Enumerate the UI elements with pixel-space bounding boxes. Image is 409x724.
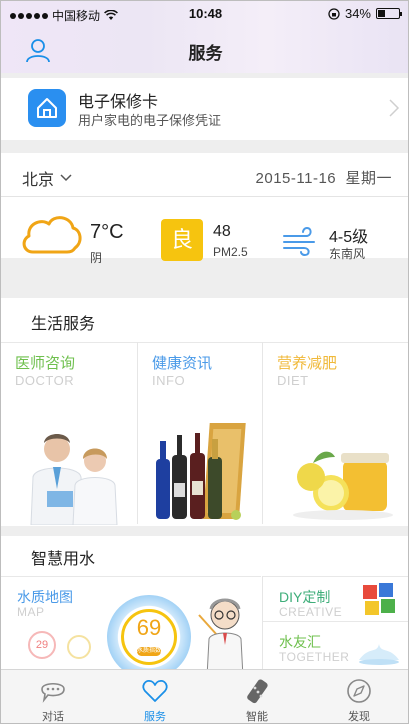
status-right: 34%: [328, 6, 402, 21]
tile-info-subtitle: INFO: [152, 373, 186, 388]
wind-direction: 东南风: [329, 247, 366, 261]
tile-diy[interactable]: DIY定制 CREATIVE: [263, 576, 408, 620]
rotation-lock-icon: [328, 7, 340, 20]
doctor-mascot-image: [198, 598, 244, 677]
smart-water-title: 智慧用水: [31, 551, 96, 568]
doctors-image: [30, 434, 118, 525]
water-friends-subtitle: TOGETHER: [279, 650, 350, 664]
chevron-right-icon: [389, 99, 400, 117]
small-score-value: 29: [35, 639, 49, 651]
water-quality-score: 69: [136, 615, 162, 640]
city-selector[interactable]: 北京: [22, 166, 72, 190]
app-frame: 中国移动 10:48 34% 服务 电子保修卡 用户家电的电子保修凭证 北京 2…: [0, 0, 409, 724]
aqi-label: PM2.5: [213, 245, 248, 259]
tile-water-map[interactable]: 水质地图 MAP 29 69 水质指数: [1, 576, 261, 679]
water-quality-gauge[interactable]: 69 水质指数: [107, 595, 191, 679]
tab-discover[interactable]: 发现: [308, 670, 408, 723]
water-map-subtitle: MAP: [17, 605, 45, 619]
battery-icon: [376, 8, 402, 19]
home-icon: [28, 89, 66, 127]
life-services-section: 生活服务 医师咨询 DOCTOR 健康资讯 INFO 营养减肥 DIET: [1, 298, 408, 526]
remote-icon: [247, 679, 268, 704]
small-score-badge: 29: [28, 631, 56, 659]
wind-icon: [283, 226, 315, 256]
chat-icon: [41, 682, 65, 703]
weather-condition: 阴: [90, 251, 103, 265]
tab-chat[interactable]: 对话: [2, 670, 104, 723]
smart-water-section: 智慧用水 水质地图 MAP 29 69 水质指数 DIY定制 CREATIVE …: [1, 536, 408, 679]
water-splash-image: [359, 644, 399, 665]
aqi-badge: 良: [161, 219, 203, 261]
tile-doctor[interactable]: 医师咨询 DOCTOR: [1, 342, 137, 525]
tab-smart[interactable]: 智能: [206, 670, 308, 723]
weather-date: 2015-11-16 星期一: [256, 167, 392, 188]
weekday-value: 星期一: [345, 170, 392, 187]
tab-discover-label: 发现: [348, 711, 370, 723]
water-quality-label: 水质指数: [137, 647, 162, 656]
diy-title: DIY定制: [279, 589, 331, 605]
tile-info-title: 健康资讯: [152, 355, 213, 372]
warranty-card-subtitle: 用户家电的电子保修凭证: [78, 113, 222, 128]
warranty-card-title: 电子保修卡: [78, 94, 159, 111]
wine-bottles-image: [156, 423, 246, 520]
tab-smart-label: 智能: [246, 711, 268, 723]
tab-bar: 对话 服务 智能 发现: [1, 669, 408, 723]
battery-percent: 34%: [344, 6, 371, 21]
top-header: 中国移动 10:48 34% 服务: [1, 1, 408, 73]
water-map-title: 水质地图: [17, 589, 73, 605]
divider: [1, 196, 408, 197]
tile-info[interactable]: 健康资讯 INFO: [138, 342, 262, 524]
tab-service-label: 服务: [144, 711, 166, 723]
tile-diet-title: 营养减肥: [277, 355, 338, 372]
wind-level: 4-5级: [329, 229, 369, 246]
lemon-honey-image: [293, 451, 393, 520]
aqi-value: 48: [213, 223, 231, 240]
tile-water-friends[interactable]: 水友汇 TOGETHER: [263, 621, 408, 676]
water-friends-title: 水友汇: [279, 634, 321, 650]
tile-diet[interactable]: 营养减肥 DIET: [263, 342, 408, 524]
status-bar: 中国移动 10:48 34%: [1, 1, 408, 27]
chevron-down-icon: [60, 174, 72, 182]
tile-diet-subtitle: DIET: [277, 373, 309, 388]
diy-subtitle: CREATIVE: [279, 605, 343, 619]
tab-service[interactable]: 服务: [104, 670, 206, 723]
weather-panel: 北京 2015-11-16 星期一 7°C 阴 良 48 PM2.5 4-5级 …: [1, 153, 408, 265]
temperature: 7°C: [90, 221, 124, 243]
warranty-card-row[interactable]: 电子保修卡 用户家电的电子保修凭证: [1, 78, 408, 140]
small-score-badge-2: [67, 635, 91, 659]
compass-icon: [347, 679, 371, 703]
tab-chat-label: 对话: [42, 711, 64, 723]
heart-icon: [142, 680, 168, 702]
cloud-icon: [22, 216, 82, 254]
page-title: 服务: [188, 44, 223, 63]
puzzle-icon: [363, 583, 395, 615]
city-name: 北京: [22, 172, 55, 189]
tile-doctor-title: 医师咨询: [15, 355, 76, 372]
date-value: 2015-11-16: [255, 170, 337, 187]
battery-level: [378, 10, 386, 17]
life-services-title: 生活服务: [31, 316, 96, 333]
tile-doctor-subtitle: DOCTOR: [15, 373, 75, 388]
